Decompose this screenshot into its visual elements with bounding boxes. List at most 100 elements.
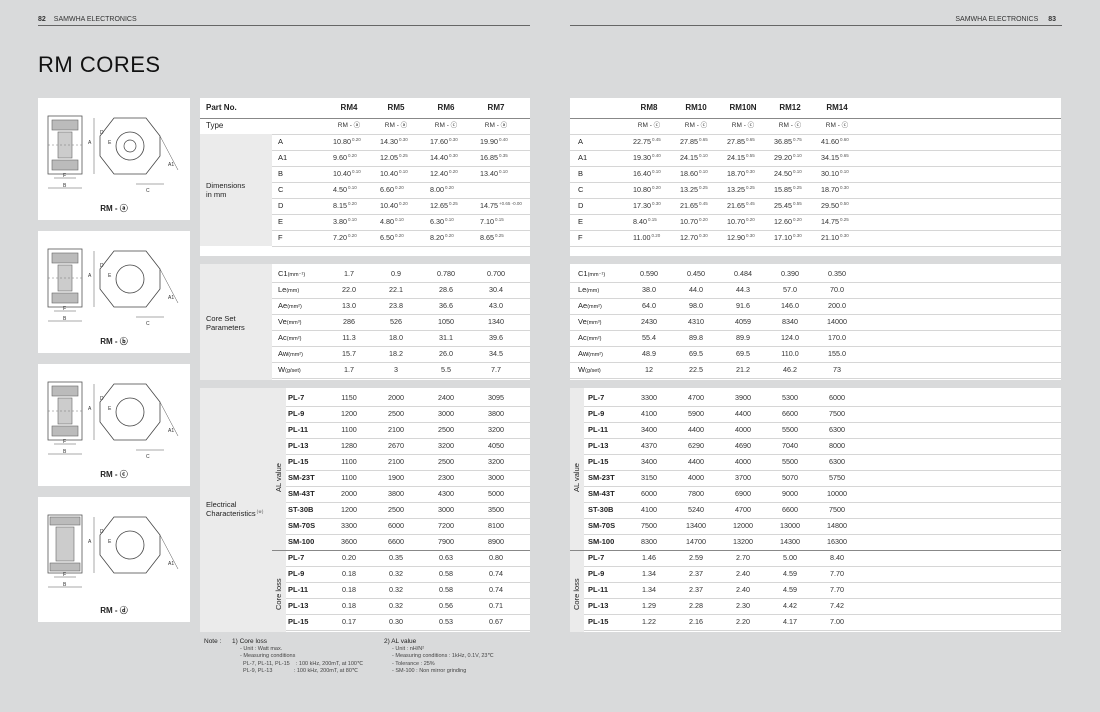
al-value: 4000: [735, 457, 751, 466]
dimension-value: 13.250.25: [680, 185, 708, 194]
part-name: RM14: [826, 103, 848, 112]
al-value: 1100: [341, 425, 357, 434]
loss-row: PL-13 1.29 2.28 2.30 4.42 7.42: [584, 598, 1061, 615]
type-row: Type RM - ⓐ RM - ⓐ RM - ⓒ RM - ⓐ: [200, 118, 530, 135]
core-value: 1.7: [344, 365, 354, 374]
al-value: 6290: [688, 441, 704, 450]
tolerance-value: 0.45: [746, 201, 755, 206]
al-key: PL-9: [588, 409, 605, 418]
svg-text:F: F: [63, 173, 66, 179]
core-value: 0.9: [391, 269, 401, 278]
al-key: PL-7: [588, 393, 605, 402]
dimension-value: 17.300.30: [633, 201, 661, 210]
core-value: 4059: [735, 317, 751, 326]
core-value: 73: [833, 365, 841, 374]
tolerance-value: 0.10: [652, 169, 661, 174]
dimension-key: B: [578, 169, 584, 178]
electrical-label: Electrical Characteristics(※): [206, 500, 264, 518]
tolerance-value: 0.40: [499, 137, 508, 142]
tolerance-value: 0.20: [395, 185, 404, 190]
al-value: 10000: [827, 489, 847, 498]
tolerance-value: 0.20: [449, 169, 458, 174]
dimension-value: 10.400.20: [380, 201, 408, 210]
core-value: 22.5: [689, 365, 703, 374]
dimension-value: 14.400.30: [430, 153, 458, 162]
loss-value: 0.58: [439, 569, 453, 578]
dimension-value: 14.75+0.65 -0.00: [480, 201, 522, 210]
note-core-loss-line: PL-7, PL-11, PL-15 : 100 kHz, 200mT, at …: [240, 660, 364, 667]
dimension-row: B 16.400.10 18.600.10 18.700.30 24.500.10 30.…: [570, 166, 1061, 183]
loss-value: 2.70: [736, 553, 750, 562]
al-value: 1280: [341, 441, 357, 450]
al-value: 5000: [488, 489, 504, 498]
al-value: 6000: [641, 489, 657, 498]
dimension-value: 12.650.25: [430, 201, 458, 210]
core-loss-label: Core loss: [274, 578, 283, 610]
loss-row: PL-15 0.17 0.30 0.53 0.67: [286, 614, 530, 631]
core-key: Aw(mm²): [578, 349, 603, 358]
loss-value: 2.37: [689, 569, 703, 578]
loss-value: 7.42: [830, 601, 844, 610]
al-value: 12000: [733, 521, 753, 530]
dimension-value: 18.600.10: [680, 169, 708, 178]
core-value: 0.484: [734, 269, 752, 278]
al-value: 6000: [829, 393, 845, 402]
core-value: 70.0: [830, 285, 844, 294]
al-value: 6300: [829, 457, 845, 466]
al-value: 1100: [341, 473, 357, 482]
core-value: 46.2: [783, 365, 797, 374]
svg-text:C: C: [146, 321, 150, 327]
al-value: 4400: [688, 457, 704, 466]
loss-value: 0.20: [342, 553, 356, 562]
al-key: PL-11: [588, 425, 609, 434]
al-value: 3800: [488, 409, 504, 418]
core-value: 44.0: [689, 285, 703, 294]
loss-value: 2.16: [689, 617, 703, 626]
dimension-value: 12.400.20: [430, 169, 458, 178]
al-key: ST-30B: [288, 505, 314, 514]
tolerance-value: +0.65 -0.00: [499, 201, 522, 206]
dimension-value: 10.800.20: [333, 137, 361, 146]
al-row: SM-43T 6000 7800 6900 9000 10000: [584, 486, 1061, 503]
core-value: 8340: [782, 317, 798, 326]
type-row: RM - ⓒ RM - ⓒ RM - ⓒ RM - ⓒ RM - ⓒ: [570, 118, 1061, 135]
rm-c-diagram: F B A D E A1 C: [47, 381, 179, 460]
core-value: 526: [390, 317, 402, 326]
svg-text:D: D: [100, 130, 104, 136]
tolerance-value: 0.20: [699, 217, 708, 222]
al-row: ST-30B 4100 5240 4700 6600 7500: [584, 502, 1061, 519]
dimension-value: 25.450.55: [774, 201, 802, 210]
tolerance-value: 0.20: [348, 201, 357, 206]
al-value: 5070: [782, 473, 798, 482]
loss-row: PL-11 1.34 2.37 2.40 4.59 7.70: [584, 582, 1061, 599]
al-value-label: AL value: [572, 463, 581, 492]
al-key: SM-70S: [288, 521, 316, 530]
al-row: SM-43T 2000 3800 4300 5000: [286, 486, 530, 503]
core-value: 0.590: [640, 269, 658, 278]
dimension-value: 18.700.30: [821, 185, 849, 194]
dimension-row: F 11.000.20 12.700.30 12.900.30 17.100.30 21.…: [570, 230, 1061, 247]
al-key: PL-11: [288, 425, 309, 434]
core-value: 1.7: [344, 269, 354, 278]
tolerance-value: 0.10: [793, 153, 802, 158]
loss-value: 2.40: [736, 585, 750, 594]
loss-value: 0.18: [342, 601, 356, 610]
dimension-value: 8.400.15: [633, 217, 657, 226]
al-value: 3200: [488, 457, 504, 466]
core-value: 1050: [438, 317, 454, 326]
part-name: RM10N: [729, 103, 757, 112]
core-unit: (mm²): [587, 304, 602, 310]
core-value: 39.6: [489, 333, 503, 342]
core-value: 44.3: [736, 285, 750, 294]
al-value: 3800: [388, 489, 404, 498]
tolerance-value: 0.25: [793, 185, 802, 190]
al-value: 14300: [780, 537, 800, 546]
loss-value: 1.46: [642, 553, 656, 562]
core-row: W(g/set) 12 22.5 21.2 46.2 73: [570, 362, 1061, 379]
loss-value: 5.00: [783, 553, 797, 562]
tolerance-value: 0.30: [699, 233, 708, 238]
core-value: 36.6: [439, 301, 453, 310]
core-value: 64.0: [642, 301, 656, 310]
tolerance-value: 0.20: [746, 217, 755, 222]
dimension-key: D: [278, 201, 284, 210]
